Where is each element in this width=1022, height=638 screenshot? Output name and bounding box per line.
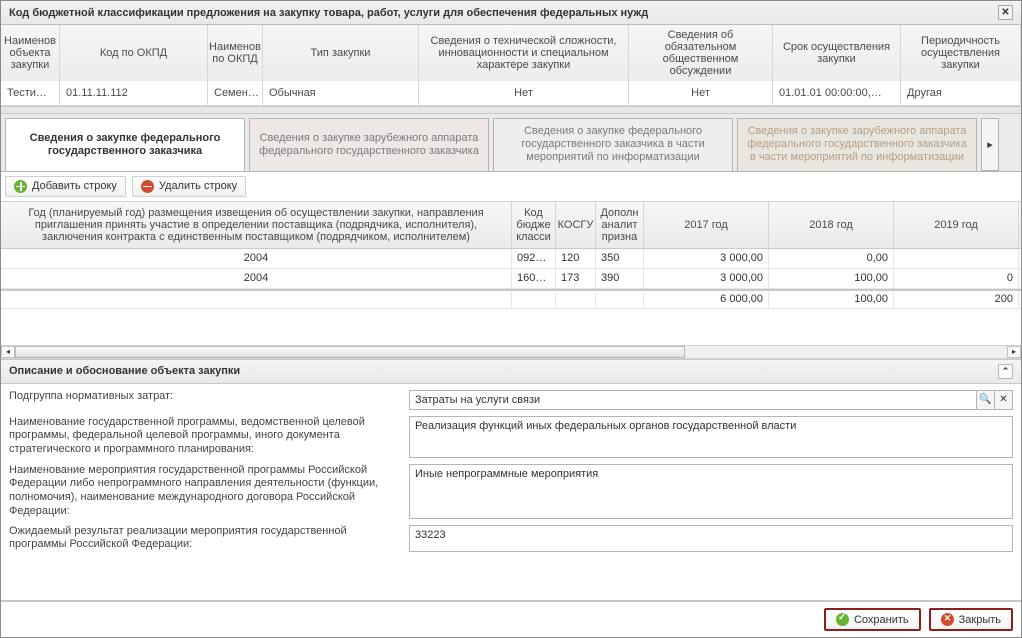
h-scrollbar[interactable]: ◂ ▸ — [1, 345, 1021, 359]
col-header: Сведения о технической сложности, иннова… — [419, 25, 629, 81]
clear-icon[interactable]: ✕ — [995, 390, 1013, 410]
total-cell: 200 — [894, 291, 1019, 308]
minus-icon — [141, 180, 154, 193]
col-header: Год (планируемый год) размещения извещен… — [1, 202, 512, 248]
col-header: Код по ОКПД — [60, 25, 208, 81]
cell: 350 — [596, 249, 644, 268]
col-header: Наименов объекта закупки — [1, 25, 60, 81]
tab-bar: Сведения о закупке федерального государс… — [1, 114, 1021, 172]
col-header: Сведения об обязательном общественном об… — [629, 25, 773, 81]
col-header: Код бюдже класси — [512, 202, 556, 248]
collapse-icon[interactable]: ⌃ — [998, 364, 1013, 379]
cell: 390 — [596, 269, 644, 288]
cell: 100,00 — [769, 269, 894, 288]
field-label: Подгруппа нормативных затрат: — [9, 390, 409, 410]
lookup-icon[interactable]: 🔍 — [977, 390, 995, 410]
splitter[interactable] — [1, 106, 1021, 114]
col-header: Тип закупки — [263, 25, 419, 81]
cell: 092… — [512, 249, 556, 268]
cell: 0 — [894, 269, 1019, 288]
cell: Семен… — [208, 81, 263, 105]
cell: 01.01.01 00:00:00,… — [773, 81, 901, 105]
window-title: Код бюджетной классификации предложения … — [9, 7, 648, 19]
summary-grid: Наименов объекта закупки Код по ОКПД Наи… — [1, 25, 1021, 106]
col-header: Срок осуществления закупки — [773, 25, 901, 81]
cell: 160… — [512, 269, 556, 288]
event-name-input[interactable]: Иные непрограммные мероприятия — [409, 464, 1013, 519]
cancel-icon — [941, 613, 954, 626]
add-row-button[interactable]: Добавить строку — [5, 176, 126, 197]
totals-row: 6 000,00 100,00 200 — [1, 289, 1021, 309]
scroll-thumb[interactable] — [15, 346, 685, 358]
field-label: Наименование государственной программы, … — [9, 416, 409, 458]
scroll-left-icon[interactable]: ◂ — [1, 346, 15, 358]
del-row-button[interactable]: Удалить строку — [132, 176, 246, 197]
total-cell: 6 000,00 — [644, 291, 769, 308]
cell: Другая — [901, 81, 1021, 105]
table-row[interactable]: 2004 092… 120 350 3 000,00 0,00 — [1, 249, 1021, 269]
col-header: Дополн аналит призна — [596, 202, 644, 248]
field-label: Наименование мероприятия государственной… — [9, 464, 409, 519]
total-cell: 100,00 — [769, 291, 894, 308]
cell: Нет — [419, 81, 629, 105]
scroll-right-icon[interactable]: ▸ — [1007, 346, 1021, 358]
tab-zakaz[interactable]: Сведения о закупке федерального государс… — [5, 118, 245, 171]
close-button[interactable]: Закрыть — [929, 608, 1013, 631]
del-row-label: Удалить строку — [159, 180, 237, 192]
check-icon — [836, 613, 849, 626]
col-header: КОСГУ — [556, 202, 596, 248]
cell: 0,00 — [769, 249, 894, 268]
plus-icon — [14, 180, 27, 193]
cell: Тести… — [1, 81, 60, 105]
cell — [894, 249, 1019, 268]
subgroup-input[interactable]: Затраты на услуги связи — [409, 390, 977, 410]
close-label: Закрыть — [959, 614, 1001, 626]
cell: 3 000,00 — [644, 249, 769, 268]
col-header: 2018 год — [769, 202, 894, 248]
table-row[interactable]: 2004 160… 173 390 3 000,00 100,00 0 — [1, 269, 1021, 289]
cell: Обычная — [263, 81, 419, 105]
save-button[interactable]: Сохранить — [824, 608, 921, 631]
tab-foreign[interactable]: Сведения о закупке зарубежного аппарата … — [249, 118, 489, 171]
cell: 120 — [556, 249, 596, 268]
program-name-input[interactable]: Реализация функций иных федеральных орга… — [409, 416, 1013, 458]
section-title: Описание и обоснование объекта закупки — [9, 365, 240, 377]
expected-result-input[interactable]: 33223 — [409, 525, 1013, 553]
field-label: Ожидаемый результат реализации мероприят… — [9, 525, 409, 553]
cell: 2004 — [1, 269, 512, 288]
tab-foreign-inform[interactable]: Сведения о закупке зарубежного аппарата … — [737, 118, 977, 171]
col-header: Периодичность осуществления закупки — [901, 25, 1021, 81]
tab-scroll-right-icon[interactable]: ▸ — [981, 118, 999, 171]
close-icon[interactable]: ✕ — [998, 5, 1013, 20]
cell: 173 — [556, 269, 596, 288]
tab-inform[interactable]: Сведения о закупке федерального государс… — [493, 118, 733, 171]
col-header: 2019 год — [894, 202, 1019, 248]
save-label: Сохранить — [854, 614, 909, 626]
add-row-label: Добавить строку — [32, 180, 117, 192]
col-header: Наименов по ОКПД — [208, 25, 263, 81]
cell: 2004 — [1, 249, 512, 268]
cell: 01.11.11.112 — [60, 81, 208, 105]
cell: Нет — [629, 81, 773, 105]
col-header: 2017 год — [644, 202, 769, 248]
cell: 3 000,00 — [644, 269, 769, 288]
